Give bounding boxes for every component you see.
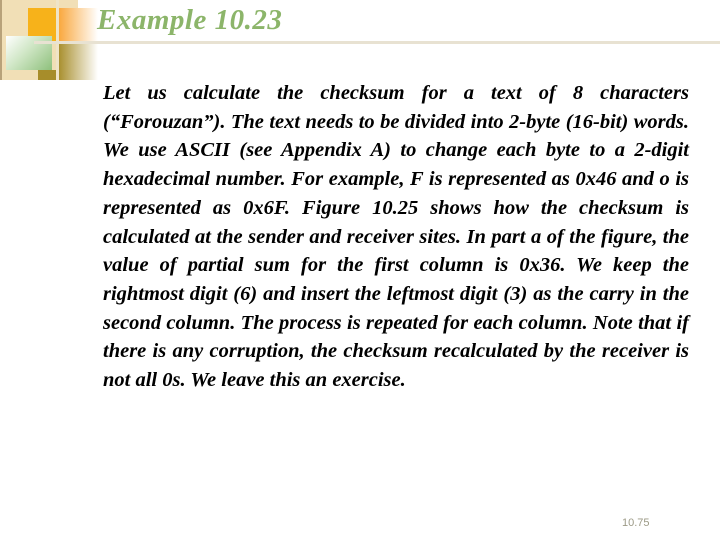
deco-vertical-line <box>56 0 59 80</box>
deco-olive-fade <box>58 44 98 80</box>
decorative-corner-graphic <box>0 0 100 80</box>
deco-border <box>0 0 2 80</box>
slide-body-text: Let us calculate the checksum for a text… <box>103 82 689 392</box>
page-number: 10.75 <box>622 517 650 529</box>
title-underline-divider <box>34 41 720 44</box>
deco-orange-fade <box>58 8 98 42</box>
slide-title: Example 10.23 <box>97 4 283 36</box>
deco-olive-square <box>38 70 58 80</box>
